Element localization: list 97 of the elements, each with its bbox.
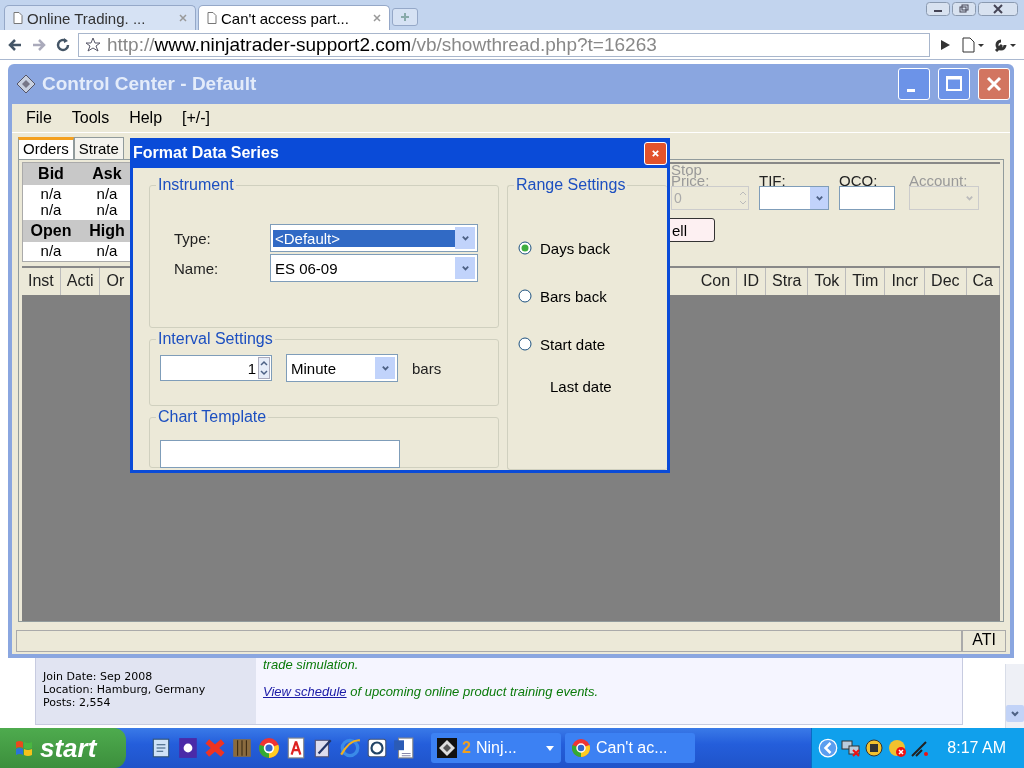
column-header: Bid — [37, 165, 65, 183]
page-icon — [13, 12, 23, 24]
scroll-down-button[interactable] — [1006, 705, 1024, 722]
flag-icon — [14, 738, 34, 758]
column-header: High — [88, 222, 126, 240]
column-header: Ask — [91, 165, 123, 183]
table-cell-text: n/a — [39, 202, 63, 218]
field-label: TIF: — [759, 171, 787, 186]
cabinet-icon[interactable] — [231, 737, 253, 759]
radio-icon[interactable] — [518, 289, 532, 303]
back-icon[interactable] — [6, 36, 24, 53]
group-title: Instrument — [157, 176, 235, 194]
star-icon[interactable] — [85, 36, 101, 53]
type-dropdown[interactable]: <Default> — [270, 224, 478, 252]
name-dropdown[interactable]: ES 06-09 — [270, 254, 478, 282]
caret-icon — [964, 193, 974, 203]
plus-icon — [400, 12, 410, 22]
table-cell-text: n/a — [95, 202, 119, 218]
post-text: trade simulation. — [263, 658, 360, 672]
radio-option[interactable]: Bars back — [518, 272, 657, 320]
caret-icon — [380, 363, 390, 373]
status-text: ATI — [962, 630, 1006, 652]
text-field[interactable] — [839, 186, 895, 210]
tab[interactable]: Strate — [73, 137, 124, 159]
browser-tab[interactable]: Online Trading. ... — [4, 5, 196, 30]
clock: 8:17 AM — [947, 739, 1006, 757]
maximize-icon — [944, 74, 964, 94]
unit-dropdown[interactable]: Minute — [286, 354, 398, 382]
caret-icon — [460, 233, 470, 243]
document-icon[interactable] — [150, 737, 172, 759]
globe-icon[interactable] — [339, 737, 361, 759]
table-cell-text: n/a — [39, 186, 63, 202]
tab[interactable]: Orders — [18, 137, 74, 159]
menu-item[interactable]: Help — [129, 109, 163, 127]
taskbar-button[interactable]: Can't ac... — [565, 733, 695, 763]
member-info: Posts: 2,554 — [43, 696, 112, 709]
close-icon[interactable] — [978, 2, 1018, 16]
close-button[interactable] — [644, 141, 667, 165]
browser-logo-icon[interactable] — [258, 737, 280, 759]
page-menu-icon[interactable] — [960, 36, 986, 53]
group-title: Range Settings — [515, 176, 627, 194]
field-label: Type: — [173, 229, 212, 247]
caret-icon — [1010, 708, 1020, 719]
browser-tab[interactable]: Can't access part... — [198, 5, 390, 30]
diamond-icon — [16, 74, 36, 94]
dropdown[interactable] — [759, 186, 829, 210]
spinner-arrows-icon — [258, 357, 270, 379]
table-cell-text: n/a — [95, 243, 119, 259]
radio-option[interactable]: Start date — [518, 320, 657, 368]
group-title: Chart Template — [157, 408, 268, 426]
field-label: bars — [412, 359, 442, 377]
minimize-button[interactable] — [898, 68, 930, 100]
table-cell-text: n/a — [39, 243, 63, 259]
chevron-icon[interactable] — [818, 738, 839, 758]
radio-option[interactable]: Days back — [518, 224, 657, 272]
column-header: Open — [29, 222, 73, 240]
member-info: Location: Hamburg, Germany — [43, 683, 207, 696]
caret-icon — [545, 743, 555, 753]
close-button[interactable] — [978, 68, 1010, 100]
template-dropdown[interactable] — [160, 440, 400, 468]
table-cell-text: n/a — [95, 186, 119, 202]
scrollbar[interactable] — [1005, 664, 1024, 728]
menu-item[interactable]: Tools — [71, 109, 110, 127]
page-icon — [207, 12, 217, 24]
close-icon — [984, 74, 1004, 94]
caret-icon — [460, 263, 470, 273]
field-label: Name: — [173, 259, 220, 277]
window-title: Control Center - Default — [42, 73, 257, 95]
reload-icon[interactable] — [54, 36, 72, 53]
dialog-title: Format Data Series — [133, 144, 279, 162]
member-info: Join Date: Sep 2008 — [43, 670, 154, 683]
word-document-icon[interactable] — [393, 737, 415, 759]
help-icon[interactable] — [366, 737, 388, 759]
network-icon[interactable] — [841, 738, 862, 758]
radio-icon[interactable] — [518, 337, 532, 351]
group-title: Interval Settings — [157, 330, 274, 348]
field-label: Last date — [549, 378, 613, 395]
caret-icon — [814, 193, 824, 203]
interval-spinner[interactable]: 1 — [160, 355, 272, 381]
diamond-icon — [437, 738, 457, 758]
menu-item[interactable]: File — [26, 109, 52, 127]
minimize-icon — [907, 88, 915, 92]
restore-icon[interactable] — [952, 2, 976, 16]
browser-logo-icon — [571, 738, 591, 758]
taskbar-button[interactable]: 2 Ninj... — [431, 733, 561, 763]
maximize-button[interactable] — [938, 68, 970, 100]
field-label: Stop Price: — [671, 164, 711, 186]
menu-item[interactable]: [+/-] — [182, 109, 211, 127]
field-label: Account: — [909, 171, 969, 186]
field-label: OCO: — [839, 171, 879, 186]
schedule-link[interactable]: View schedule — [263, 684, 347, 699]
post-text: of upcoming online product training events. — [350, 684, 599, 699]
close-icon — [651, 148, 660, 158]
minimize-icon[interactable] — [926, 2, 950, 16]
pen-icon[interactable] — [312, 737, 334, 759]
address-field[interactable]: http://www.ninjatrader-support2.com/vb/showthread.php?t=16263 — [78, 32, 930, 57]
radio-icon[interactable] — [518, 241, 532, 255]
